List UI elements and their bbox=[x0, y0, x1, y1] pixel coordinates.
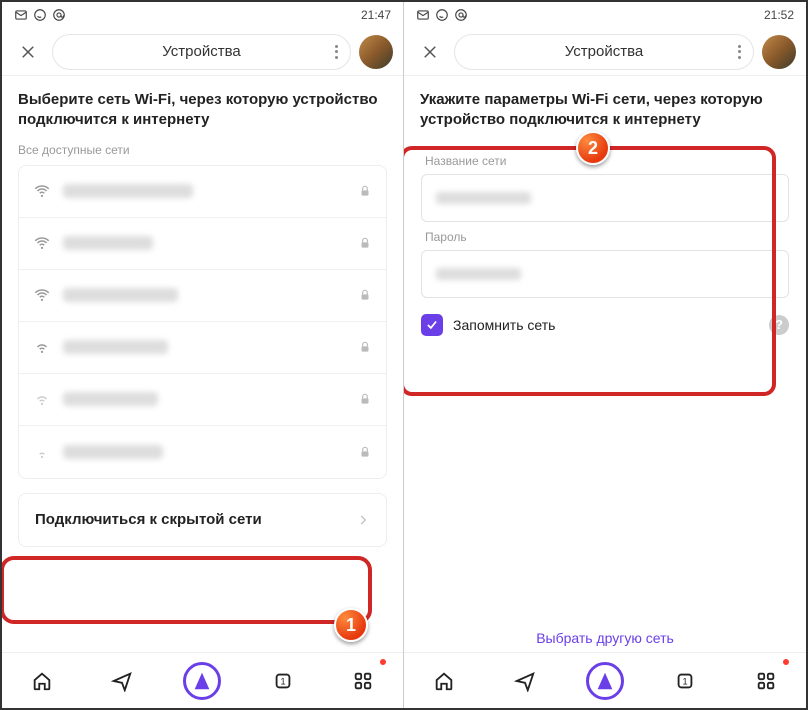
hidden-network-label: Подключиться к скрытой сети bbox=[35, 511, 262, 528]
bottom-nav: 1 bbox=[2, 652, 403, 708]
status-time: 21:52 bbox=[764, 8, 794, 22]
header-title: Устройства bbox=[162, 43, 240, 60]
annotation-callout-1 bbox=[2, 556, 372, 624]
wifi-icon bbox=[33, 443, 51, 461]
password-value-redacted bbox=[436, 268, 521, 280]
nav-apps[interactable] bbox=[746, 661, 786, 701]
whatsapp-icon bbox=[435, 8, 449, 22]
wifi-name-redacted bbox=[63, 340, 168, 354]
wifi-network-item[interactable] bbox=[19, 374, 386, 426]
close-button[interactable] bbox=[414, 36, 446, 68]
annotation-badge-2: 2 bbox=[576, 131, 610, 165]
header-title-pill[interactable]: Устройства bbox=[454, 34, 754, 70]
status-bar: 21:52 bbox=[404, 2, 806, 28]
notification-dot-icon bbox=[783, 659, 789, 665]
nav-home[interactable] bbox=[22, 661, 62, 701]
ssid-value-redacted bbox=[436, 192, 531, 204]
wifi-network-item[interactable] bbox=[19, 322, 386, 374]
close-icon bbox=[19, 43, 37, 61]
wifi-icon bbox=[33, 338, 51, 356]
lock-icon bbox=[358, 236, 372, 250]
app-header: Устройства bbox=[2, 28, 403, 76]
nav-send[interactable] bbox=[102, 661, 142, 701]
more-icon[interactable] bbox=[738, 45, 741, 59]
wifi-network-item[interactable] bbox=[19, 166, 386, 218]
remember-network-checkbox[interactable] bbox=[421, 314, 443, 336]
wifi-name-redacted bbox=[63, 184, 193, 198]
wifi-icon bbox=[33, 182, 51, 200]
nav-alice[interactable] bbox=[182, 661, 222, 701]
at-icon bbox=[52, 8, 66, 22]
wifi-icon bbox=[33, 390, 51, 408]
bottom-nav: 1 bbox=[404, 652, 806, 708]
nav-send[interactable] bbox=[505, 661, 545, 701]
lock-icon bbox=[358, 184, 372, 198]
more-icon[interactable] bbox=[335, 45, 338, 59]
wifi-network-item[interactable] bbox=[19, 270, 386, 322]
wifi-icon bbox=[33, 234, 51, 252]
nav-tabs[interactable]: 1 bbox=[263, 661, 303, 701]
wifi-name-redacted bbox=[63, 288, 178, 302]
nav-apps[interactable] bbox=[343, 661, 383, 701]
wifi-credentials-form: Название сети Пароль Запомнить сеть ? bbox=[420, 143, 790, 339]
app-header: Устройства bbox=[404, 28, 806, 76]
wifi-icon bbox=[33, 286, 51, 304]
svg-text:1: 1 bbox=[280, 676, 285, 686]
annotation-badge-1: 1 bbox=[334, 608, 368, 642]
close-button[interactable] bbox=[12, 36, 44, 68]
svg-text:1: 1 bbox=[683, 676, 688, 686]
wifi-name-redacted bbox=[63, 236, 153, 250]
password-label: Пароль bbox=[425, 230, 789, 244]
close-icon bbox=[421, 43, 439, 61]
networks-section-label: Все доступные сети bbox=[18, 143, 387, 157]
ssid-input[interactable] bbox=[421, 174, 789, 222]
wifi-network-list bbox=[18, 165, 387, 479]
lock-icon bbox=[358, 340, 372, 354]
header-title-pill[interactable]: Устройства bbox=[52, 34, 351, 70]
lock-icon bbox=[358, 288, 372, 302]
status-bar: 21:47 bbox=[2, 2, 403, 28]
nav-home[interactable] bbox=[424, 661, 464, 701]
help-icon[interactable]: ? bbox=[769, 315, 789, 335]
wifi-network-item[interactable] bbox=[19, 218, 386, 270]
notification-dot-icon bbox=[380, 659, 386, 665]
at-icon bbox=[454, 8, 468, 22]
nav-alice[interactable] bbox=[585, 661, 625, 701]
check-icon bbox=[425, 318, 439, 332]
lock-icon bbox=[358, 392, 372, 406]
remember-network-label: Запомнить сеть bbox=[453, 317, 555, 333]
avatar[interactable] bbox=[762, 35, 796, 69]
mail-icon bbox=[416, 8, 430, 22]
password-input[interactable] bbox=[421, 250, 789, 298]
page-heading: Выберите сеть Wi-Fi, через которую устро… bbox=[18, 90, 387, 131]
phone-left: 21:47 Устройства Выберите сеть Wi-Fi, че… bbox=[2, 2, 404, 708]
lock-icon bbox=[358, 445, 372, 459]
wifi-network-item[interactable] bbox=[19, 426, 386, 478]
whatsapp-icon bbox=[33, 8, 47, 22]
page-heading: Укажите параметры Wi-Fi сети, через кото… bbox=[420, 90, 790, 131]
wifi-name-redacted bbox=[63, 392, 158, 406]
chevron-right-icon bbox=[356, 513, 370, 527]
status-time: 21:47 bbox=[361, 8, 391, 22]
wifi-name-redacted bbox=[63, 445, 163, 459]
connect-hidden-network-button[interactable]: Подключиться к скрытой сети bbox=[18, 493, 387, 547]
mail-icon bbox=[14, 8, 28, 22]
phone-right: 21:52 Устройства Укажите параметры Wi-Fi… bbox=[404, 2, 806, 708]
header-title: Устройства bbox=[565, 43, 643, 60]
avatar[interactable] bbox=[359, 35, 393, 69]
nav-tabs[interactable]: 1 bbox=[665, 661, 705, 701]
choose-other-network-link[interactable]: Выбрать другую сеть bbox=[404, 630, 806, 646]
